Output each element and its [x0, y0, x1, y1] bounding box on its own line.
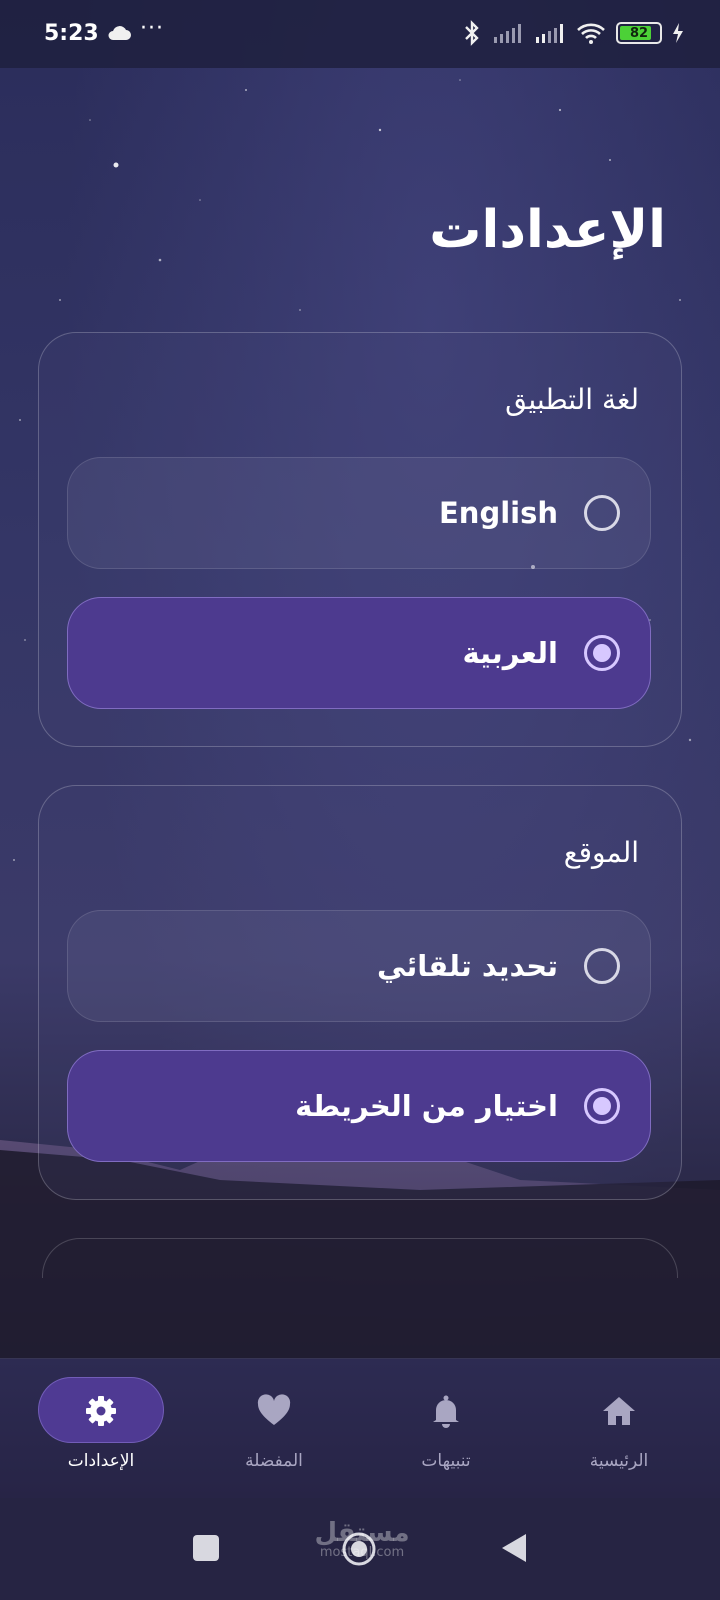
watermark-url: mostaql.com [319, 1545, 405, 1560]
signal-icon [494, 24, 521, 43]
system-navigation-bar: مستقل mostaql.com [0, 1498, 720, 1600]
radio-dot [593, 644, 611, 662]
home-icon [603, 1397, 635, 1425]
radio-dot [593, 1097, 611, 1115]
radio-selected-icon[interactable] [584, 635, 620, 671]
status-icons: 82 [462, 20, 684, 46]
cloud-icon [108, 26, 131, 40]
status-bar: 5:23 ··· 82 [0, 0, 720, 68]
signal-icon [536, 24, 563, 43]
battery-percent: 82 [629, 25, 649, 41]
nav-home[interactable]: الرئيسية [544, 1377, 694, 1487]
language-option-arabic[interactable]: العربية [67, 597, 651, 709]
bell-icon [433, 1395, 459, 1428]
status-more-indicator: ··· [140, 16, 164, 41]
option-label: العربية [462, 636, 558, 670]
next-card-partial [42, 1238, 678, 1278]
location-option-auto[interactable]: تحديد تلقائي [67, 910, 651, 1022]
language-section-title: لغة التطبيق [505, 383, 639, 416]
nav-label: المفضلة [245, 1451, 303, 1471]
nav-label: تنبيهات [421, 1451, 471, 1471]
radio-selected-icon[interactable] [584, 1088, 620, 1124]
status-time: 5:23 [44, 21, 99, 46]
charging-icon [673, 23, 683, 43]
gear-icon [86, 1396, 116, 1426]
nav-notifications[interactable]: تنبيهات [371, 1377, 521, 1487]
option-label: English [438, 496, 558, 530]
heart-icon [257, 1394, 291, 1425]
radio-unselected-icon[interactable] [584, 495, 620, 531]
option-label: اختيار من الخريطة [295, 1089, 558, 1123]
nav-favorites[interactable]: المفضلة [199, 1377, 349, 1487]
location-card: الموقع تحديد تلقائي اختيار من الخريطة [38, 785, 682, 1200]
bluetooth-icon [465, 20, 479, 46]
watermark-text: مستقل [314, 1518, 410, 1548]
nav-settings[interactable]: الإعدادات [26, 1377, 176, 1487]
page-title: الإعدادات [429, 200, 666, 260]
battery-icon: 82 [616, 22, 662, 44]
language-card: لغة التطبيق English العربية [38, 332, 682, 747]
option-label: تحديد تلقائي [377, 949, 558, 983]
back-icon[interactable] [500, 1532, 528, 1564]
bottom-navigation: الإعدادات المفضلة تنبيهات الرئيسية [0, 1358, 720, 1499]
recents-icon[interactable] [192, 1534, 220, 1562]
location-option-map[interactable]: اختيار من الخريطة [67, 1050, 651, 1162]
nav-label: الإعدادات [67, 1451, 135, 1471]
wifi-icon [577, 23, 605, 44]
location-section-title: الموقع [563, 836, 639, 869]
language-option-english[interactable]: English [67, 457, 651, 569]
radio-unselected-icon[interactable] [584, 948, 620, 984]
watermark: مستقل mostaql.com [312, 1520, 412, 1560]
nav-label: الرئيسية [589, 1451, 649, 1471]
